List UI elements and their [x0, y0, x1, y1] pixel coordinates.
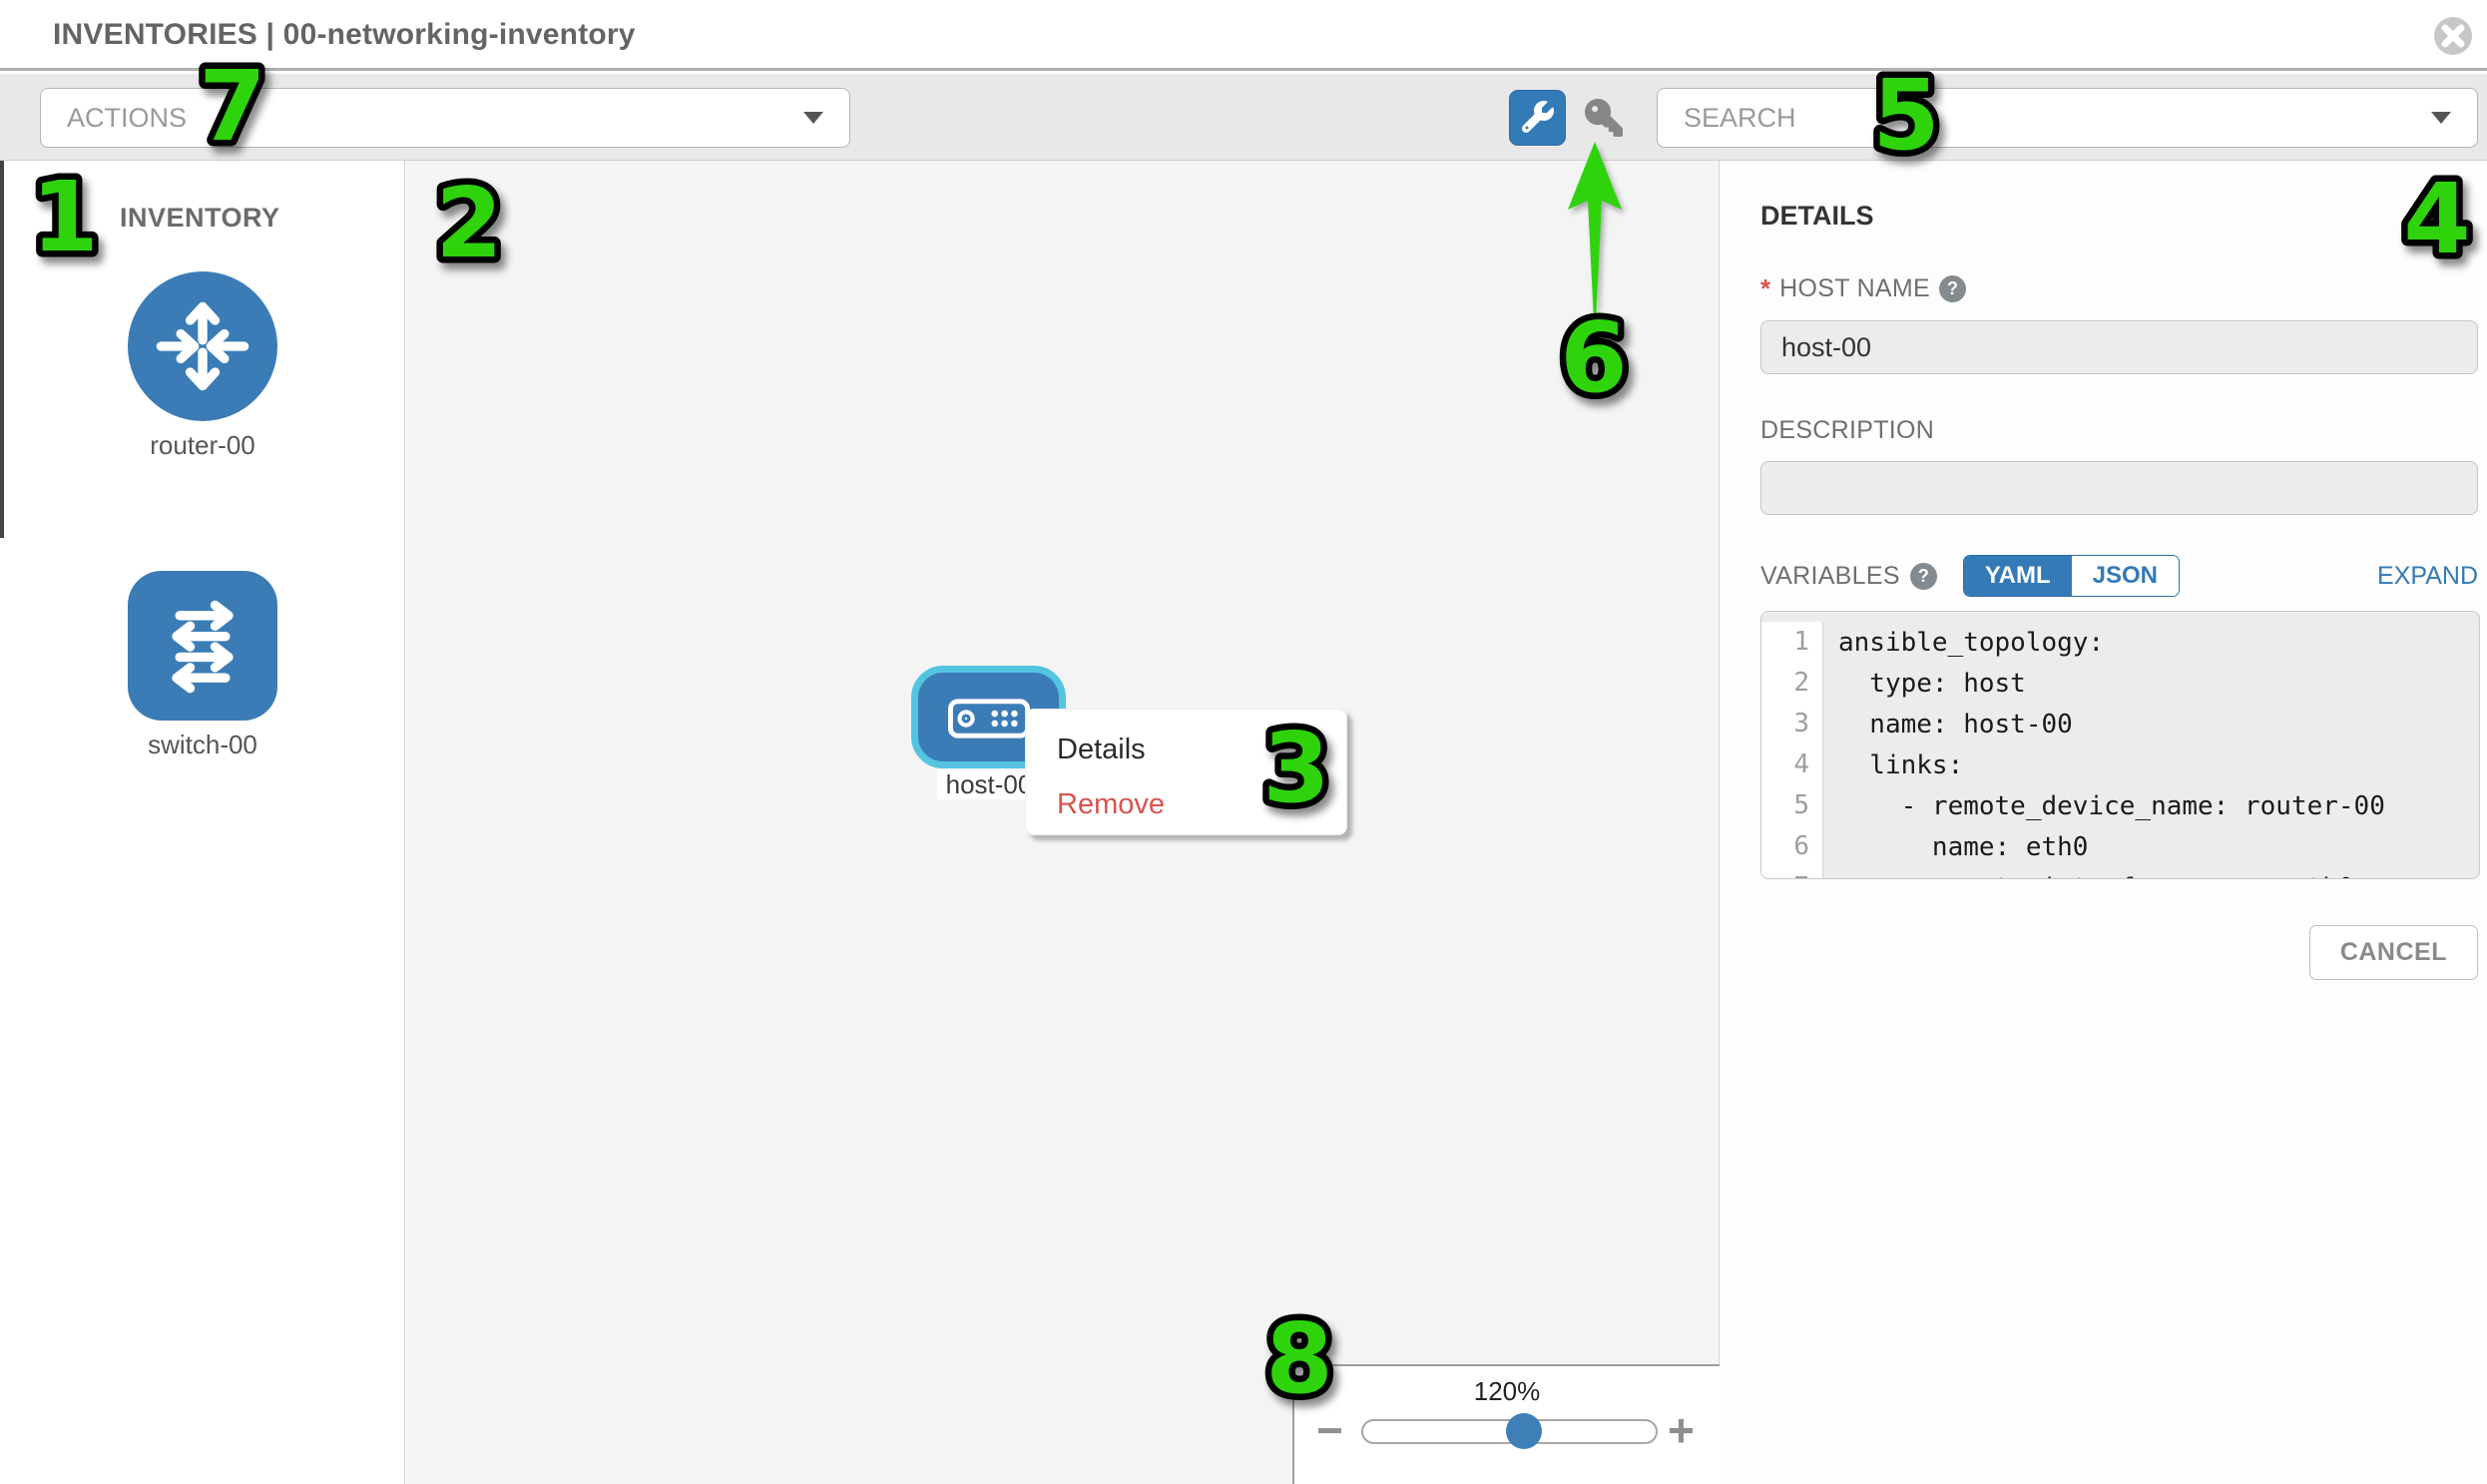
code-line: 4 links:	[1761, 744, 2479, 785]
context-menu-item-details[interactable]: Details	[1026, 723, 1346, 777]
code-line: 6 name: eth0	[1761, 826, 2479, 867]
expand-link[interactable]: EXPAND	[2377, 562, 2478, 591]
close-icon	[2432, 45, 2474, 60]
zoom-slider-track[interactable]	[1361, 1419, 1658, 1444]
description-input[interactable]	[1760, 461, 2478, 515]
actions-dropdown[interactable]: ACTIONS	[40, 88, 850, 148]
code-line: 2 type: host	[1761, 663, 2479, 704]
page-title: INVENTORIES | 00-networking-inventory	[53, 18, 636, 52]
tools-button[interactable]	[1509, 90, 1566, 146]
cancel-button[interactable]: CANCEL	[2309, 925, 2478, 980]
palette-item-switch[interactable]: switch-00	[0, 571, 405, 760]
code-line: 7 remote_interface_name: eth0	[1761, 867, 2479, 879]
details-heading: DETAILS	[1760, 201, 2478, 232]
line-text: remote_interface_name: eth0	[1823, 873, 2354, 880]
host-name-label: HOST NAME	[1779, 274, 1930, 303]
toolbar: ACTIONS SEARCH	[0, 74, 2487, 161]
palette-item-router[interactable]: router-00	[0, 271, 405, 461]
code-line: 5 - remote_device_name: router-00	[1761, 785, 2479, 826]
code-line: 3 name: host-00	[1761, 704, 2479, 744]
context-menu-item-remove[interactable]: Remove	[1026, 777, 1346, 832]
node-context-menu: Details Remove	[1025, 709, 1347, 835]
required-asterisk: *	[1760, 273, 1770, 304]
line-text: - remote_device_name: router-00	[1823, 791, 2385, 821]
palette-item-label: switch-00	[0, 730, 405, 760]
tab-json[interactable]: JSON	[2072, 556, 2179, 596]
close-button[interactable]	[2432, 15, 2474, 57]
inventory-sidebar: INVENTORY router-00 switch-00	[0, 161, 405, 1484]
chevron-down-icon	[2431, 112, 2451, 124]
line-number: 1	[1761, 622, 1823, 663]
details-panel: DETAILS * HOST NAME ? DESCRIPTION VARIAB…	[1721, 161, 2487, 1484]
line-number: 5	[1761, 785, 1823, 826]
line-text: type: host	[1823, 669, 2026, 699]
sidebar-heading: INVENTORY	[120, 203, 280, 234]
line-number: 6	[1761, 826, 1823, 867]
help-icon[interactable]: ?	[1939, 275, 1966, 302]
router-icon	[128, 271, 277, 421]
line-text: name: host-00	[1823, 710, 2073, 740]
key-icon	[1585, 99, 1623, 140]
topology-canvas[interactable]: host-00 Details Remove 120% − +	[406, 161, 1720, 1484]
line-text: ansible_topology:	[1823, 628, 2104, 658]
search-dropdown-label: SEARCH	[1684, 103, 1796, 134]
palette-item-label: router-00	[0, 430, 405, 461]
chevron-down-icon	[803, 112, 823, 124]
host-server-icon	[948, 698, 1030, 740]
zoom-level-label: 120%	[1294, 1376, 1720, 1407]
line-text: name: eth0	[1823, 832, 2088, 862]
line-number: 3	[1761, 704, 1823, 744]
zoom-out-button[interactable]: −	[1316, 1410, 1343, 1450]
zoom-slider-thumb[interactable]	[1506, 1413, 1542, 1449]
actions-dropdown-label: ACTIONS	[67, 103, 187, 134]
code-line: 1 ansible_topology:	[1761, 622, 2479, 663]
line-number: 7	[1761, 867, 1823, 879]
key-credentials-button[interactable]	[1583, 99, 1625, 139]
search-dropdown[interactable]: SEARCH	[1657, 88, 2478, 148]
variables-format-toggle: YAML JSON	[1963, 555, 2180, 597]
line-text: links:	[1823, 750, 1963, 780]
host-name-input[interactable]	[1760, 320, 2478, 374]
description-label: DESCRIPTION	[1760, 416, 1934, 445]
line-number: 4	[1761, 744, 1823, 785]
line-number: 2	[1761, 663, 1823, 704]
switch-icon	[128, 571, 277, 721]
tab-yaml[interactable]: YAML	[1964, 556, 2072, 596]
variables-label: VARIABLES	[1760, 562, 1900, 591]
help-icon[interactable]: ?	[1910, 563, 1937, 590]
wrench-icon	[1522, 101, 1554, 136]
zoom-control: 120% − +	[1292, 1364, 1720, 1484]
title-bar: INVENTORIES | 00-networking-inventory	[0, 0, 2487, 71]
zoom-in-button[interactable]: +	[1668, 1410, 1695, 1450]
variables-code-editor[interactable]: 1 ansible_topology: 2 type: host 3 name:…	[1760, 611, 2480, 879]
